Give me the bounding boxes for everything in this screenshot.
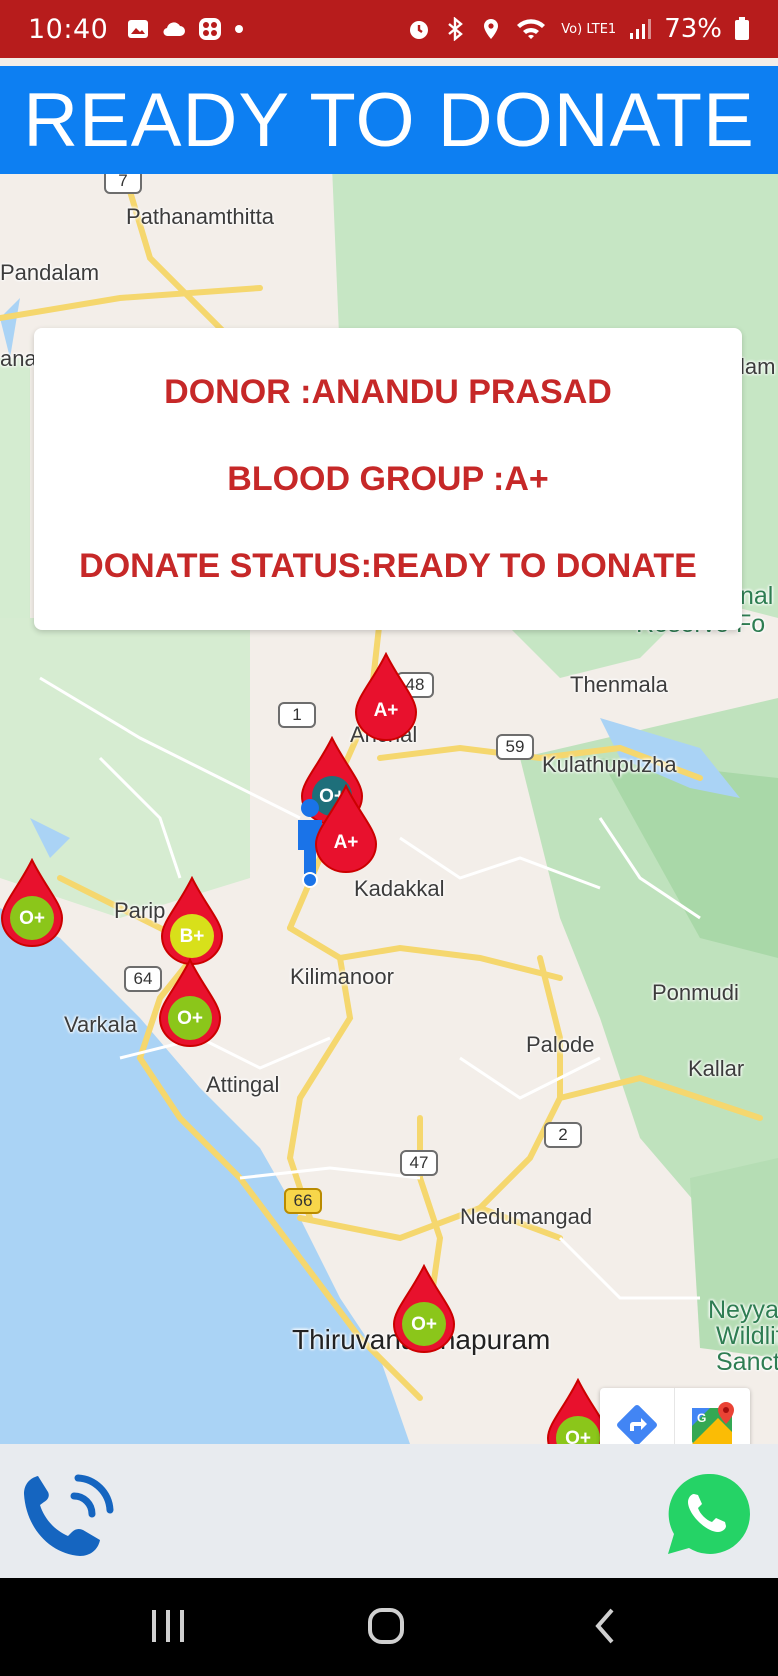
label-kulathupuzha: Kulathupuzha: [542, 752, 677, 777]
label-sanctuary: Sanctua: [716, 1348, 778, 1376]
phone-call-icon[interactable]: [14, 1464, 124, 1574]
marker-label: O+: [19, 908, 45, 929]
directions-icon: [617, 1405, 657, 1444]
battery-percent: 73%: [664, 14, 722, 44]
blood-marker[interactable]: O+: [390, 1263, 458, 1354]
road-shield: 47: [400, 1150, 438, 1176]
recents-icon[interactable]: [150, 1606, 186, 1646]
header-title: READY TO DONATE: [0, 66, 778, 174]
status-left-icons: [126, 17, 244, 41]
blood-marker[interactable]: O+: [0, 857, 66, 948]
network-label: Vo) LTE1: [561, 21, 617, 37]
cloud-icon: [163, 22, 186, 37]
google-maps-icon: G: [691, 1402, 734, 1444]
label-pathanamthitta: Pathanamthitta: [126, 204, 274, 229]
marker-label: O+: [411, 1314, 437, 1335]
open-maps-button[interactable]: G: [675, 1388, 750, 1444]
marker-label: O+: [177, 1008, 203, 1029]
label-nedumangad: Nedumangad: [460, 1204, 593, 1229]
road-shield: 66: [284, 1188, 322, 1214]
status-right: Vo) LTE1 73%: [407, 14, 750, 44]
blood-marker[interactable]: A+: [312, 783, 380, 874]
label-kilimanoor: Kilimanoor: [290, 964, 394, 989]
label-palode: Palode: [526, 1032, 595, 1057]
blood-marker[interactable]: A+: [352, 651, 420, 742]
donate-status: DONATE STATUS:READY TO DONATE: [79, 546, 697, 585]
label-ana: ana: [0, 346, 37, 371]
svg-text:G: G: [697, 1411, 706, 1425]
label-attingal: Attingal: [206, 1072, 280, 1097]
donor-name: DONOR :ANANDU PRASAD: [164, 372, 612, 411]
blood-group: BLOOD GROUP :A+: [227, 459, 549, 498]
label-ponmudi: Ponmudi: [652, 980, 739, 1005]
label-kallar: Kallar: [688, 1056, 745, 1081]
battery-icon: [735, 17, 749, 40]
signal-icon: [630, 19, 652, 39]
label-nal: nal: [740, 582, 774, 610]
label-kadakkal: Kadakkal: [354, 876, 445, 901]
label-varkala: Varkala: [64, 1012, 137, 1037]
road-shield: 1: [278, 702, 316, 728]
label-thenmala: Thenmala: [570, 672, 668, 697]
label-neyyar: Neyya: [708, 1296, 778, 1324]
label-pandalam: Pandalam: [0, 260, 100, 285]
action-bar: [0, 1444, 778, 1578]
blood-marker[interactable]: B+: [158, 875, 226, 966]
alarm-icon: [410, 21, 429, 39]
map-base: [0, 118, 778, 1444]
app-icon: [199, 18, 222, 40]
status-bar: 10:40 Vo) LTE1 73%: [0, 0, 778, 58]
home-icon[interactable]: [366, 1606, 406, 1646]
gallery-icon: [128, 20, 149, 38]
blood-drop-icon: [314, 783, 378, 873]
blood-drop-icon: [0, 857, 64, 947]
directions-button[interactable]: [600, 1388, 675, 1444]
label-wildlife: Wildlif: [716, 1322, 778, 1350]
map-toolbar: G: [600, 1388, 750, 1444]
bluetooth-icon: [448, 17, 464, 41]
blood-drop-icon: [392, 1263, 456, 1353]
marker-label: B+: [179, 926, 205, 947]
marker-label: A+: [333, 832, 359, 853]
back-icon[interactable]: [590, 1606, 620, 1646]
wifi-icon: [517, 19, 546, 39]
dot-icon: [235, 25, 244, 33]
blood-drop-icon: [354, 651, 418, 741]
marker-label: A+: [373, 700, 399, 721]
location-icon: [484, 19, 499, 39]
status-time: 10:40: [28, 13, 109, 45]
road-shield: 59: [496, 734, 534, 760]
road-shield: 2: [544, 1122, 582, 1148]
whatsapp-icon[interactable]: [664, 1470, 752, 1558]
donor-info-card: DONOR :ANANDU PRASAD BLOOD GROUP :A+ DON…: [34, 328, 742, 630]
blood-drop-icon: [158, 957, 222, 1047]
blood-marker[interactable]: O+: [156, 957, 224, 1048]
map-view[interactable]: Pathanamthitta Pandalam ana lam nal Rese…: [0, 58, 778, 1444]
nav-bar: [0, 1578, 778, 1676]
blood-drop-icon: [160, 875, 224, 965]
label-lam: lam: [740, 354, 776, 379]
